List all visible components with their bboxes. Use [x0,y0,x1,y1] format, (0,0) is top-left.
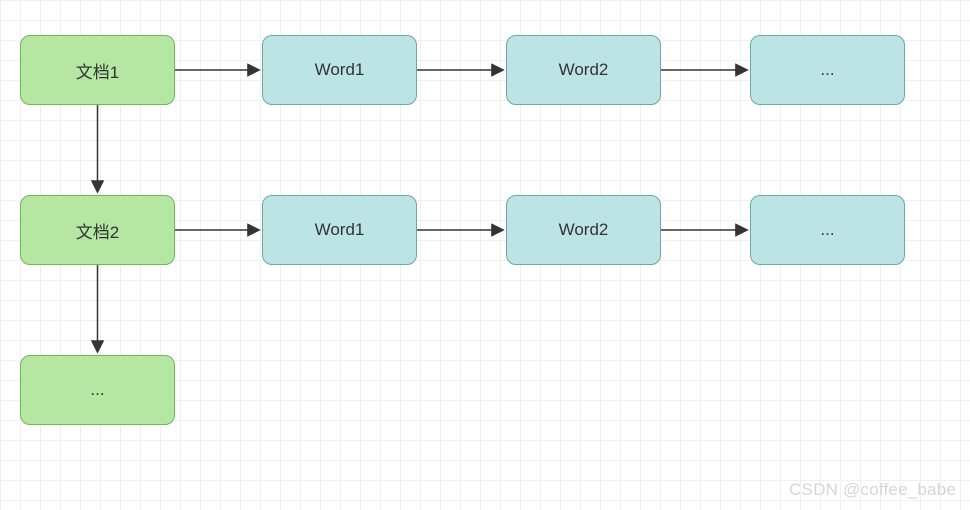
watermark: CSDN @coffee_babe [789,480,956,500]
watermark-text: CSDN @coffee_babe [789,480,956,499]
arrows-layer [0,0,970,510]
